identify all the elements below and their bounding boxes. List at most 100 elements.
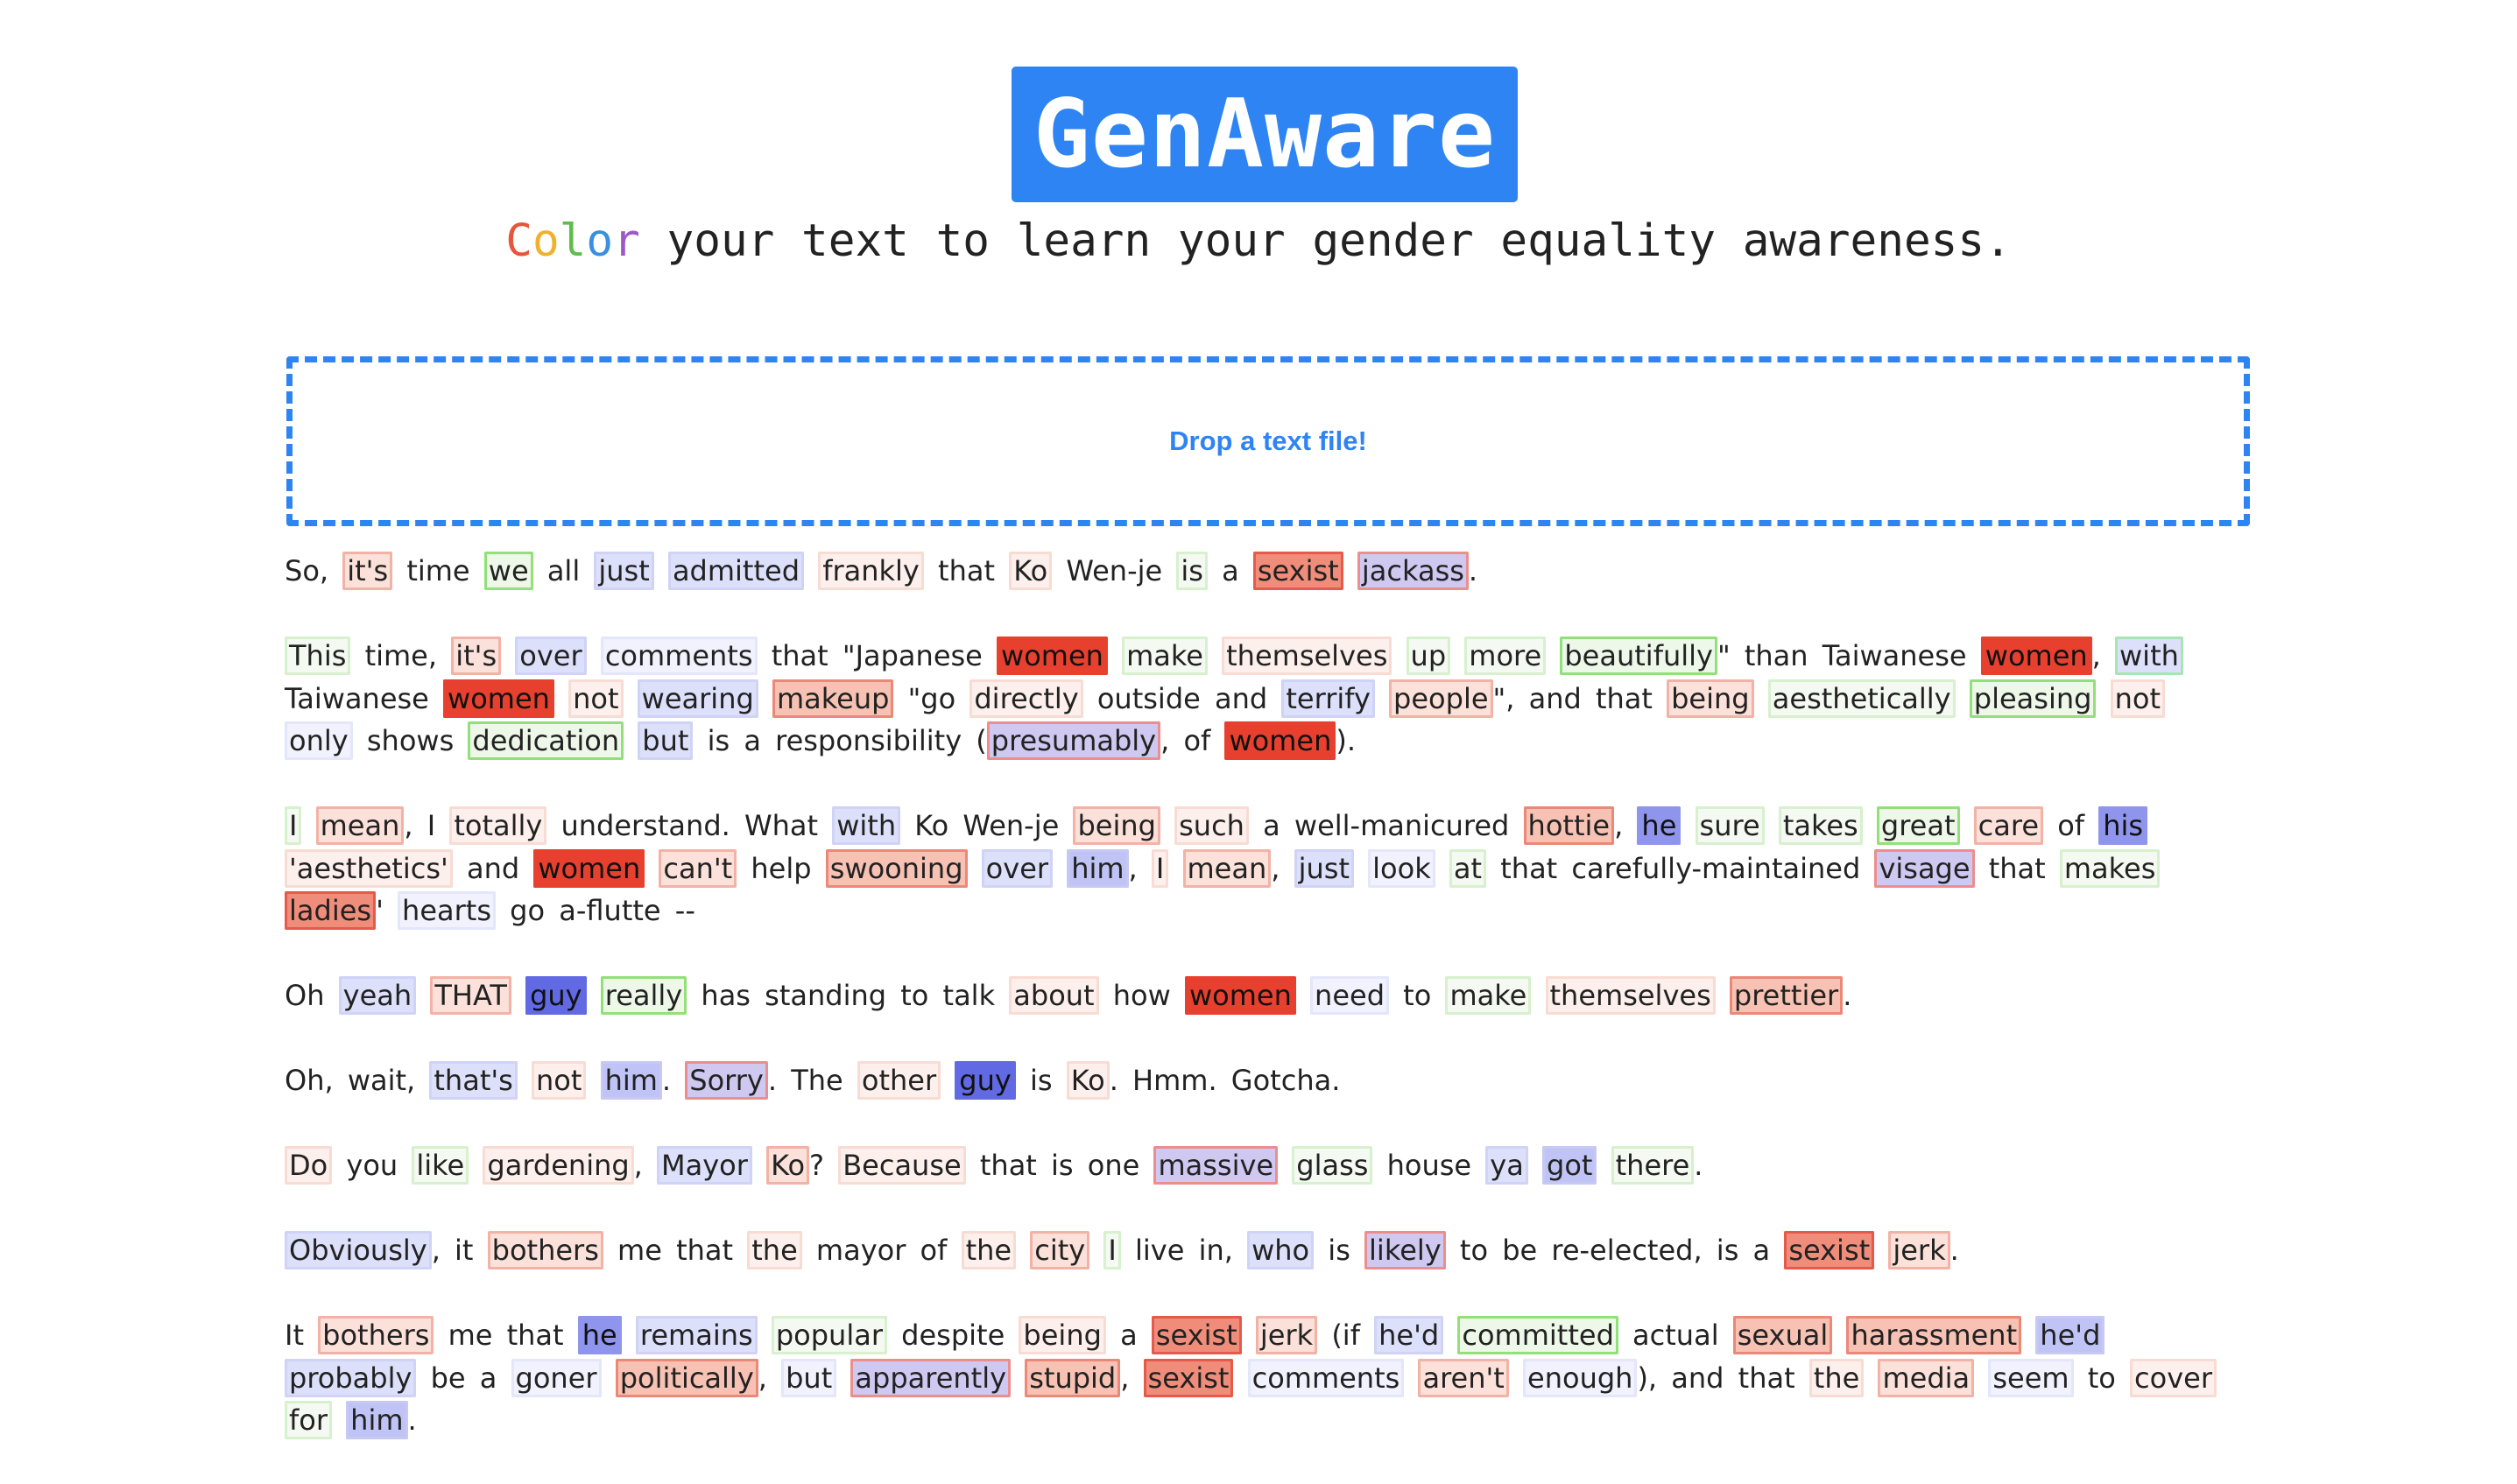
plain-word: me bbox=[617, 1234, 662, 1267]
plain-word: that bbox=[771, 639, 828, 672]
plain-word: has bbox=[701, 979, 751, 1012]
highlighted-word: enough bbox=[1523, 1358, 1638, 1397]
highlighted-word: only bbox=[285, 721, 353, 760]
highlighted-word: swooning bbox=[825, 848, 968, 888]
highlighted-word: beautifully bbox=[1560, 637, 1717, 675]
highlighted-word: prettier bbox=[1729, 976, 1844, 1015]
highlighted-word: guy bbox=[525, 976, 587, 1015]
highlighted-word: he'd bbox=[2035, 1316, 2105, 1354]
highlighted-word: he bbox=[1637, 806, 1682, 845]
plain-word: be bbox=[430, 1361, 466, 1395]
highlighted-word: women bbox=[997, 637, 1108, 675]
highlighted-word: we bbox=[483, 552, 533, 590]
highlighted-word: Sorry bbox=[685, 1061, 768, 1100]
highlighted-word: visage bbox=[1874, 848, 1975, 888]
plain-word: me bbox=[448, 1319, 493, 1352]
highlighted-word: makeup bbox=[772, 679, 894, 718]
plain-word: Taiwanese bbox=[285, 681, 429, 715]
highlighted-word: committed bbox=[1457, 1316, 1618, 1354]
tagline-colored-word: Color bbox=[505, 215, 640, 267]
highlighted-word: he bbox=[577, 1316, 622, 1354]
highlighted-word: about bbox=[1009, 976, 1099, 1015]
highlighted-word: guy bbox=[955, 1061, 1016, 1100]
highlighted-word: yeah bbox=[338, 976, 417, 1015]
text-paragraph: Obviously, it bothers me that the mayor … bbox=[285, 1229, 2246, 1272]
plain-word: to bbox=[1459, 1234, 1489, 1267]
highlighted-word: comments bbox=[600, 637, 758, 675]
plain-word: , bbox=[1271, 851, 1280, 885]
highlighted-word: harassment bbox=[1846, 1316, 2022, 1354]
plain-word: mayor bbox=[815, 1234, 906, 1267]
plain-word: ( bbox=[976, 724, 987, 757]
highlighted-word: more bbox=[1464, 637, 1547, 675]
highlighted-word: for bbox=[285, 1401, 332, 1439]
plain-word: is bbox=[707, 724, 730, 757]
highlighted-word: make bbox=[1445, 976, 1532, 1015]
highlighted-word: there bbox=[1611, 1146, 1695, 1185]
plain-word: "Japanese bbox=[842, 639, 983, 672]
plain-word: "go bbox=[907, 681, 956, 715]
highlighted-word: jackass bbox=[1357, 552, 1469, 590]
highlighted-word: probably bbox=[285, 1358, 417, 1397]
text-paragraph: Do you like gardening, Mayor Ko? Because… bbox=[285, 1144, 2246, 1187]
plain-word: of bbox=[920, 1234, 948, 1267]
highlighted-word: the bbox=[1808, 1358, 1865, 1397]
plain-word: carefully-maintained bbox=[1571, 851, 1861, 885]
plain-word: it bbox=[455, 1234, 474, 1267]
highlighted-word: it's bbox=[451, 637, 502, 675]
plain-word: Ko bbox=[914, 809, 949, 842]
plain-word: Taiwanese bbox=[1822, 639, 1967, 672]
plain-word: a bbox=[1120, 1319, 1138, 1352]
highlighted-word: goner bbox=[511, 1358, 602, 1397]
plain-word: a bbox=[1222, 554, 1239, 587]
highlighted-word: bothers bbox=[318, 1316, 434, 1354]
plain-word: Hmm bbox=[1132, 1064, 1209, 1097]
tagline-letter: o bbox=[586, 215, 614, 267]
highlighted-word: politically bbox=[615, 1358, 758, 1397]
plain-word: actual bbox=[1632, 1319, 1719, 1352]
plain-word: . bbox=[1694, 1149, 1703, 1182]
plain-word: how bbox=[1112, 979, 1171, 1012]
highlighted-word: likely bbox=[1364, 1231, 1446, 1269]
highlighted-word: women bbox=[533, 848, 645, 888]
text-paragraph: So, it's time we all just admitted frank… bbox=[285, 550, 2246, 593]
text-paragraph: It bothers me that he remains popular de… bbox=[285, 1314, 2246, 1442]
plain-word: , bbox=[1614, 809, 1624, 842]
plain-word: ), bbox=[1637, 1361, 1658, 1395]
plain-word: . bbox=[1208, 1064, 1217, 1097]
highlighted-word: care bbox=[1973, 806, 2044, 845]
tagline-letter: l bbox=[559, 215, 587, 267]
highlighted-word: sexist bbox=[1143, 1358, 1234, 1397]
plain-word: you bbox=[346, 1149, 398, 1182]
plain-word: Oh bbox=[285, 1064, 325, 1097]
plain-word: wait bbox=[347, 1064, 407, 1097]
highlighted-word: him bbox=[346, 1401, 408, 1439]
plain-word: Gotcha bbox=[1230, 1064, 1332, 1097]
highlighted-word: aren't bbox=[1418, 1358, 1509, 1397]
highlighted-word: Ko bbox=[1066, 1061, 1110, 1100]
plain-word: The bbox=[791, 1064, 843, 1097]
plain-word: that bbox=[676, 1234, 734, 1267]
highlighted-word: mean bbox=[315, 806, 405, 845]
plain-word: that bbox=[979, 1149, 1037, 1182]
highlighted-word: just bbox=[594, 552, 654, 590]
highlighted-word: city bbox=[1030, 1231, 1090, 1269]
file-drop-zone[interactable]: Drop a text file! bbox=[286, 356, 2250, 526]
app-logo: GenAware bbox=[1012, 67, 1518, 202]
plain-word: , bbox=[1160, 724, 1170, 757]
plain-word: that bbox=[938, 554, 996, 587]
highlighted-word: with bbox=[2115, 637, 2183, 675]
highlighted-word: not bbox=[568, 679, 624, 718]
plain-word: go bbox=[510, 894, 546, 927]
highlighted-word: remains bbox=[635, 1316, 758, 1354]
plain-word: talk bbox=[942, 979, 996, 1012]
tagline-text: your text to learn your gender equality … bbox=[639, 215, 2012, 267]
plain-word: and bbox=[1214, 681, 1268, 715]
plain-word: house bbox=[1386, 1149, 1472, 1182]
plain-word: ? bbox=[809, 1149, 825, 1182]
plain-word: . bbox=[767, 1064, 778, 1097]
highlighted-word: look bbox=[1368, 848, 1435, 888]
plain-word: to bbox=[2087, 1361, 2116, 1395]
plain-word: . bbox=[1843, 979, 1852, 1012]
highlighted-word: apparently bbox=[850, 1358, 1012, 1397]
